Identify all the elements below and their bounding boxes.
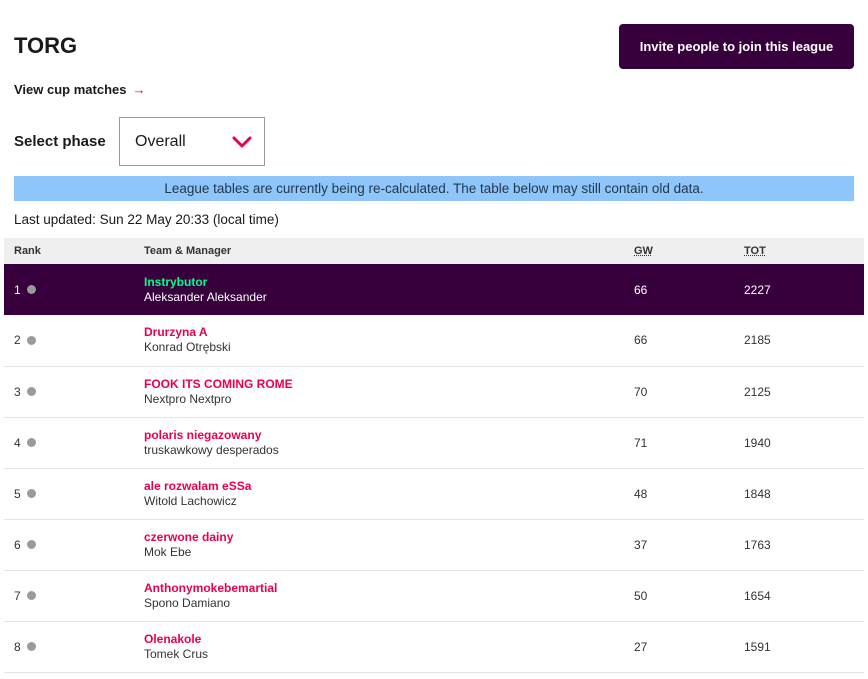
gw-cell: 66 [634, 333, 648, 348]
gw-cell: 66 [634, 282, 648, 297]
rank-number: 2 [14, 333, 21, 348]
table-row[interactable]: 6 czerwone dainy Mok Ebe 37 1763 [4, 519, 864, 570]
table-row[interactable]: 7 Anthonymokebemartial Spono Damiano 50 1… [4, 570, 864, 621]
last-updated-text: Last updated: Sun 22 May 20:33 (local ti… [14, 212, 279, 227]
status-dot-icon [26, 591, 36, 600]
rank-header: Rank [14, 245, 41, 257]
manager-name: truskawkowy desperados [144, 442, 279, 457]
rank-number: 4 [14, 435, 21, 450]
gw-cell: 37 [634, 537, 648, 552]
tot-cell: 2125 [744, 384, 771, 399]
status-dot-icon [26, 642, 36, 651]
chevron-down-icon [232, 136, 252, 147]
phase-selected-value: Overall [135, 132, 186, 150]
table-row[interactable]: 3 FOOK ITS COMING ROME Nextpro Nextpro 70… [4, 366, 864, 417]
gw-cell: 48 [634, 486, 648, 501]
manager-name: Aleksander Aleksander [144, 289, 267, 304]
team-name-link[interactable]: ale rozwalam eSSa [144, 479, 634, 494]
table-header-row: Rank Team & Manager GW TOT [4, 238, 864, 264]
gw-cell: 70 [634, 384, 648, 399]
table-row[interactable]: 8 Olenakole Tomek Crus 27 1591 [4, 621, 864, 672]
manager-name: Spono Damiano [144, 595, 231, 610]
team-cell: Anthonymokebemartial Spono Damiano [134, 570, 634, 621]
rank-cell: 5 [4, 468, 134, 519]
league-table: Rank Team & Manager GW TOT 1 Instrybutor… [4, 238, 864, 673]
table-row[interactable]: 2 Drurzyna A Konrad Otrębski 66 2185 [4, 315, 864, 366]
status-dot-icon [26, 540, 36, 549]
team-cell: Instrybutor Aleksander Aleksander [134, 264, 634, 315]
manager-name: Witold Lachowicz [144, 493, 237, 508]
tot-cell: 1848 [744, 486, 771, 501]
rank-number: 6 [14, 537, 21, 552]
rank-number: 8 [14, 639, 21, 654]
tot-header: TOT [744, 245, 766, 257]
team-manager-header: Team & Manager [144, 245, 232, 257]
tot-cell: 1763 [744, 537, 771, 552]
status-dot-icon [26, 489, 36, 498]
invite-button[interactable]: Invite people to join this league [619, 24, 854, 69]
team-cell: ale rozwalam eSSa Witold Lachowicz [134, 468, 634, 519]
team-name-link[interactable]: Instrybutor [144, 275, 634, 290]
tot-cell: 2185 [744, 333, 771, 348]
team-name-link[interactable]: Drurzyna A [144, 325, 634, 340]
rank-cell: 1 [4, 264, 134, 315]
team-name-link[interactable]: Olenakole [144, 632, 634, 647]
manager-name: Nextpro Nextpro [144, 391, 232, 406]
table-row[interactable]: 1 Instrybutor Aleksander Aleksander 66 22… [4, 264, 864, 315]
view-cup-matches-link[interactable]: View cup matches → [14, 82, 145, 97]
tot-cell: 2227 [744, 282, 771, 297]
select-phase-label: Select phase [14, 133, 106, 150]
rank-cell: 8 [4, 621, 134, 672]
manager-name: Konrad Otrębski [144, 340, 231, 355]
table-row[interactable]: 4 polaris niegazowany truskawkowy despera… [4, 417, 864, 468]
rank-cell: 6 [4, 519, 134, 570]
rank-cell: 4 [4, 417, 134, 468]
table-row[interactable]: 5 ale rozwalam eSSa Witold Lachowicz 48 1… [4, 468, 864, 519]
rank-number: 3 [14, 384, 21, 399]
page-title: TORG [14, 33, 78, 58]
rank-cell: 2 [4, 315, 134, 366]
rank-number: 7 [14, 588, 21, 603]
manager-name: Tomek Crus [144, 646, 209, 661]
team-cell: FOOK ITS COMING ROME Nextpro Nextpro [134, 366, 634, 417]
team-name-link[interactable]: FOOK ITS COMING ROME [144, 377, 634, 392]
team-name-link[interactable]: czerwone dainy [144, 530, 634, 545]
gw-header: GW [634, 245, 653, 257]
gw-cell: 71 [634, 435, 648, 450]
tot-cell: 1654 [744, 588, 771, 603]
rank-cell: 7 [4, 570, 134, 621]
phase-select[interactable]: Overall [119, 117, 265, 166]
team-cell: polaris niegazowany truskawkowy desperado… [134, 417, 634, 468]
rank-number: 5 [14, 486, 21, 501]
rank-cell: 3 [4, 366, 134, 417]
team-cell: Drurzyna A Konrad Otrębski [134, 315, 634, 366]
status-dot-icon [26, 285, 36, 294]
status-dot-icon [26, 335, 36, 345]
cup-link-label: View cup matches [14, 82, 127, 97]
rank-number: 1 [14, 282, 21, 297]
tot-cell: 1591 [744, 639, 771, 654]
gw-cell: 50 [634, 588, 648, 603]
tot-cell: 1940 [744, 435, 771, 450]
recalculation-notice: League tables are currently being re-cal… [14, 176, 854, 201]
status-dot-icon [26, 387, 36, 396]
team-name-link[interactable]: Anthonymokebemartial [144, 581, 634, 596]
arrow-right-icon: → [132, 82, 146, 97]
team-cell: Olenakole Tomek Crus [134, 621, 634, 672]
manager-name: Mok Ebe [144, 544, 192, 559]
gw-cell: 27 [634, 639, 648, 654]
team-name-link[interactable]: polaris niegazowany [144, 428, 634, 443]
team-cell: czerwone dainy Mok Ebe [134, 519, 634, 570]
status-dot-icon [26, 438, 36, 447]
